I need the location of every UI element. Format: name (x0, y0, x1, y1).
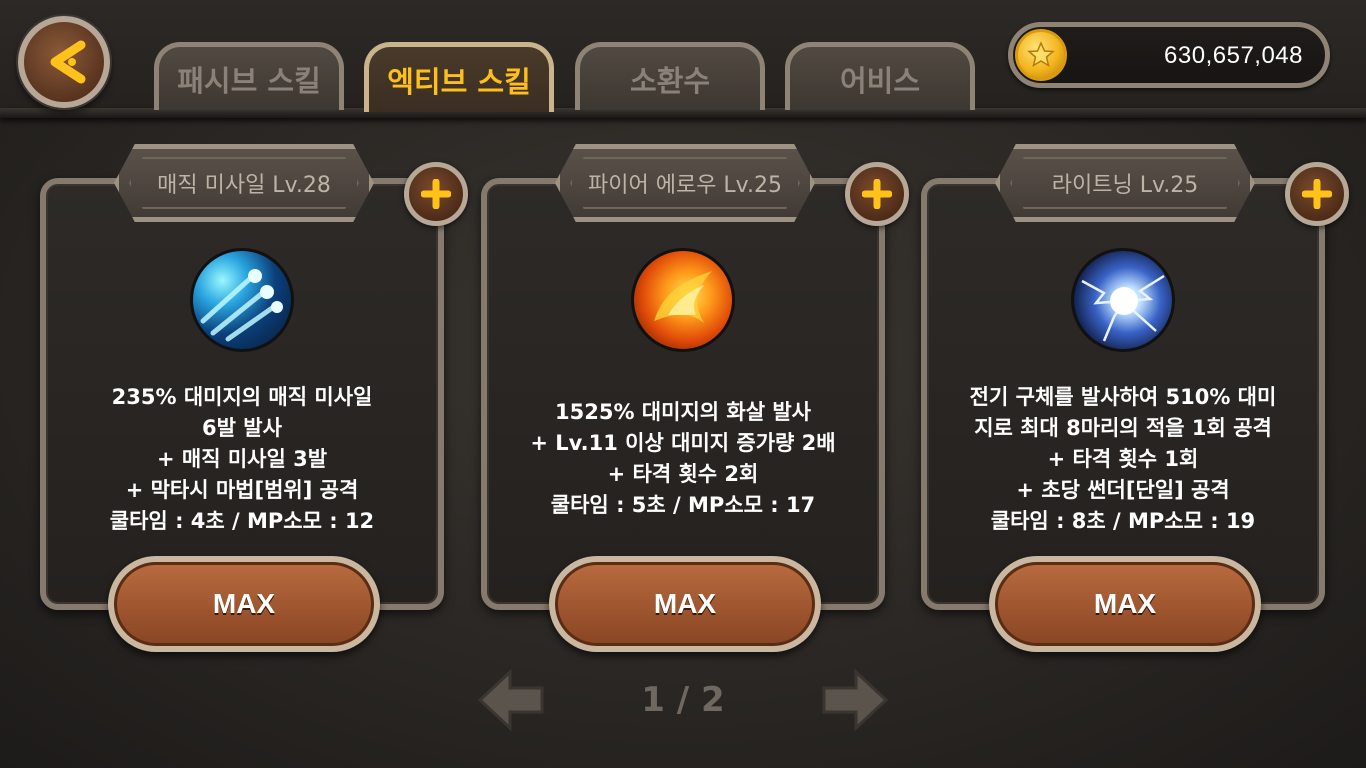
skill-title: 파이어 에로우 Lv.25 (588, 173, 782, 198)
skill-title-plate: 파이어 에로우 Lv.25 (555, 144, 815, 222)
tab-summon[interactable]: 소환수 (575, 42, 765, 110)
max-button-label: MAX (555, 562, 815, 646)
left-arrow-icon (477, 668, 544, 732)
skill-card-magic-missile: 매직 미사일 Lv.28 235% 대미지의 매직 미사일 6발 발사 + 매직… (40, 144, 468, 652)
desc-line: + 타격 횟수 2회 (607, 462, 759, 486)
gold-display: 630,657,048 (1008, 22, 1330, 88)
max-button[interactable]: MAX (549, 556, 821, 652)
next-page-button[interactable] (820, 668, 890, 736)
magic-missile-icon (190, 248, 294, 352)
desc-line: 지로 최대 8마리의 적을 1회 공격 (974, 415, 1272, 440)
skill-title-plate: 매직 미사일 Lv.28 (114, 144, 374, 222)
skill-description: 1525% 대미지의 화살 발사 + Lv.11 이상 대미지 증가량 2배 +… (501, 374, 865, 544)
skill-title: 라이트닝 Lv.25 (1051, 173, 1199, 198)
prev-page-button[interactable] (476, 668, 546, 736)
upgrade-plus-button[interactable] (845, 162, 909, 226)
tab-passive-skill[interactable]: 패시브 스킬 (154, 42, 344, 110)
skill-card-fire-arrow: 파이어 에로우 Lv.25 1525% 대미지의 화살 발사 + Lv.11 이… (481, 144, 909, 652)
max-button-label: MAX (114, 562, 374, 646)
desc-line: + Lv.11 이상 대미지 증가량 2배 (530, 431, 836, 455)
desc-line: 235% 대미지의 매직 미사일 (111, 384, 373, 409)
back-arrow-icon (50, 40, 86, 84)
fire-arrow-icon (631, 248, 735, 352)
desc-line: + 타격 횟수 1회 (1047, 446, 1199, 471)
desc-line: 1525% 대미지의 화살 발사 (555, 400, 811, 424)
skill-title-plate: 라이트닝 Lv.25 (995, 144, 1255, 222)
page-indicator: 1 / 2 (641, 680, 725, 720)
plus-icon (862, 179, 892, 209)
skill-title: 매직 미사일 Lv.28 (157, 173, 331, 198)
tab-active-skill[interactable]: 엑티브 스킬 (364, 42, 554, 112)
gold-amount: 630,657,048 (1164, 42, 1303, 69)
lightning-icon (1071, 248, 1175, 352)
skill-description: 전기 구체를 발사하여 510% 대미 지로 최대 8마리의 적을 1회 공격 … (941, 374, 1305, 544)
gold-coin-icon (1015, 29, 1067, 81)
desc-line: 6발 발사 (202, 415, 282, 440)
desc-line: 쿨타임 : 5초 / MP소모 : 17 (550, 493, 816, 517)
plus-icon (1302, 179, 1332, 209)
desc-line: + 초당 썬더[단일] 공격 (1016, 477, 1230, 502)
skill-card-lightning: 라이트닝 Lv.25 전기 구체를 발사하여 510% 대미 지로 최대 8마리… (921, 144, 1349, 652)
right-arrow-icon (822, 668, 889, 732)
desc-line: + 막타시 마법[범위] 공격 (125, 477, 359, 502)
back-button[interactable] (18, 16, 110, 108)
tab-abyss[interactable]: 어비스 (785, 42, 975, 110)
desc-line: 전기 구체를 발사하여 510% 대미 (969, 384, 1277, 409)
desc-line: 쿨타임 : 8초 / MP소모 : 19 (990, 508, 1256, 533)
max-button[interactable]: MAX (989, 556, 1261, 652)
upgrade-plus-button[interactable] (404, 162, 468, 226)
max-button[interactable]: MAX (108, 556, 380, 652)
skill-description: 235% 대미지의 매직 미사일 6발 발사 + 매직 미사일 3발 + 막타시… (60, 374, 424, 544)
upgrade-plus-button[interactable] (1285, 162, 1349, 226)
desc-line: + 매직 미사일 3발 (156, 446, 328, 471)
desc-line: 쿨타임 : 4초 / MP소모 : 12 (109, 508, 375, 533)
plus-icon (421, 179, 451, 209)
max-button-label: MAX (995, 562, 1255, 646)
